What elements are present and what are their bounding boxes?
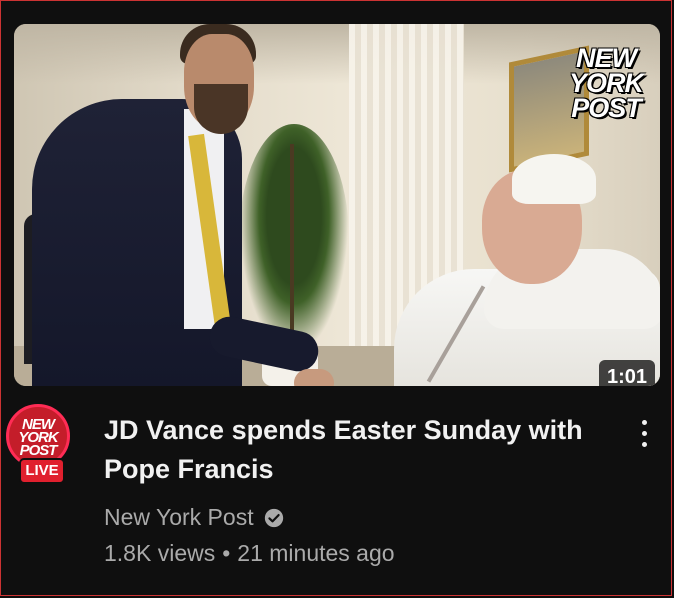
video-title[interactable]: JD Vance spends Easter Sunday with Pope … [104, 411, 624, 489]
view-count: 1.8K views [104, 540, 216, 566]
meta-separator: • [222, 540, 231, 566]
live-badge: LIVE [19, 458, 65, 484]
handshake [294, 369, 334, 386]
plant-leaves [239, 124, 349, 354]
video-meta: 1.8K views • 21 minutes ago [104, 540, 395, 567]
thumbnail-nyp-logo: NEW YORK POST [566, 45, 646, 123]
video-title-line: JD Vance spends Easter Sunday with [104, 415, 583, 445]
channel-row: New York Post [104, 504, 284, 531]
pope-zucchetto [512, 154, 596, 204]
duration-badge: 1:01 [599, 360, 656, 386]
upload-age: 21 minutes ago [237, 540, 395, 566]
avatar-nyp-logo: NEW YORK POST [9, 417, 67, 458]
channel-name[interactable]: New York Post [104, 504, 254, 531]
verified-check-icon [264, 508, 283, 527]
kebab-menu-icon[interactable] [632, 416, 656, 452]
man-beard [194, 84, 248, 134]
video-thumbnail[interactable]: NEW YORK POST 1:01 [14, 24, 660, 386]
logo-line: POST [571, 93, 642, 123]
video-title-line: Pope Francis [104, 454, 274, 484]
plant-stem [290, 144, 294, 344]
channel-avatar[interactable]: NEW YORK POST LIVE [6, 404, 72, 484]
